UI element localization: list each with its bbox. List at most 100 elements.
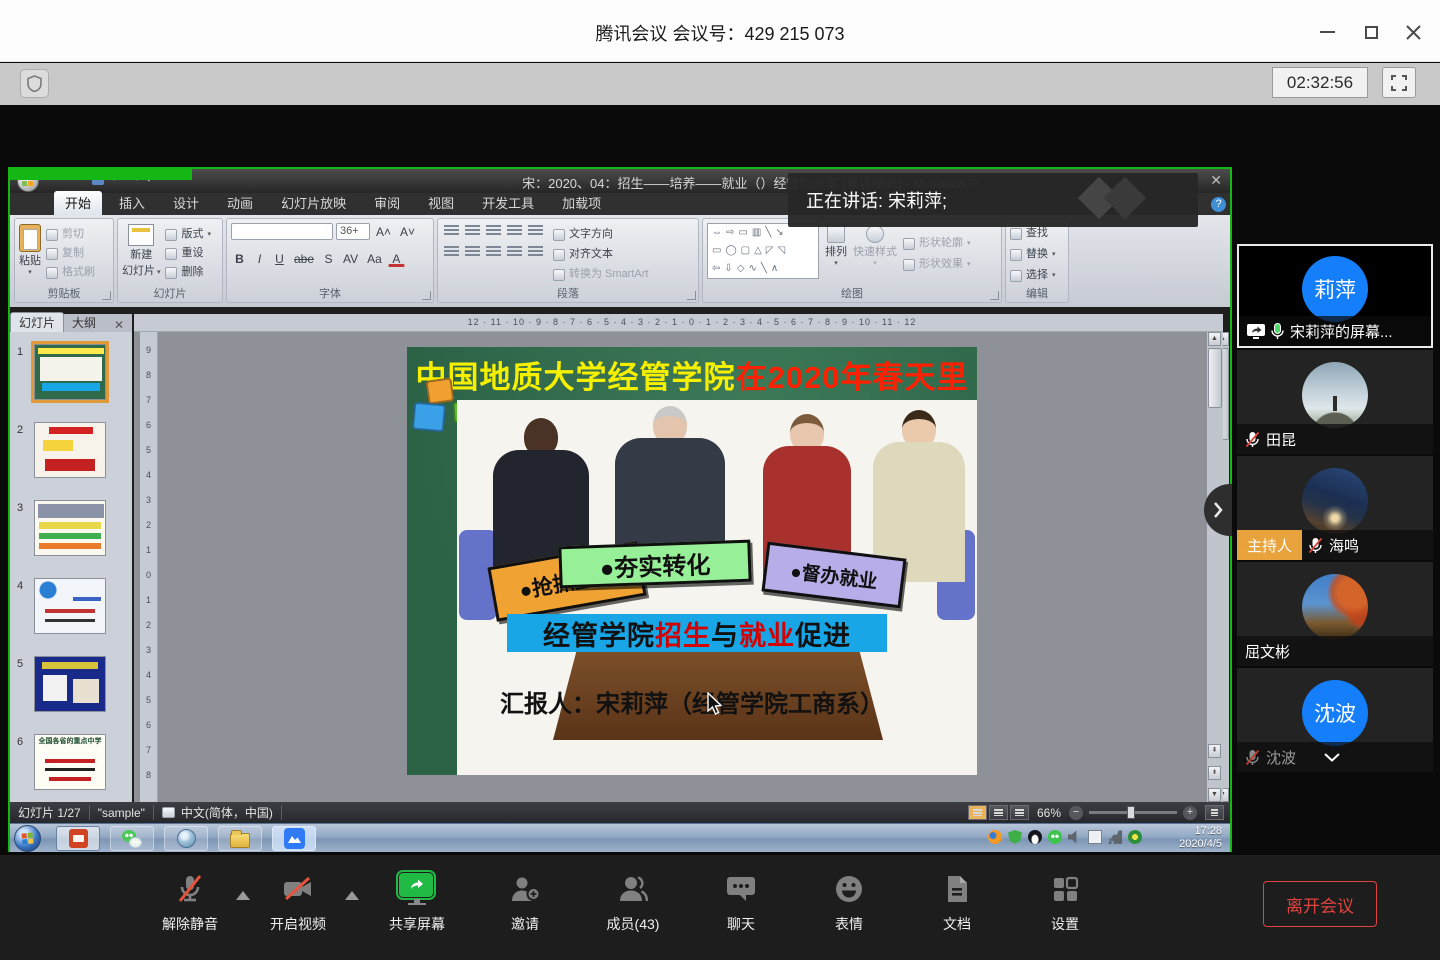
font-size-select[interactable]: 36+ xyxy=(336,223,370,240)
replace-button[interactable]: 替换▾ xyxy=(1010,246,1064,263)
editor-scrollbar[interactable]: ▲ ⇞ ⇟ ▼ xyxy=(1207,332,1223,802)
updater-icon[interactable] xyxy=(1128,830,1142,844)
paste-button[interactable]: 粘贴▾ xyxy=(19,224,41,281)
slide-thumbnail-5[interactable] xyxy=(34,656,106,712)
slide-thumbnail-6[interactable]: 全国各省的重点中学 xyxy=(34,734,106,790)
reset-button[interactable]: 重设 xyxy=(165,245,211,262)
strikethrough-button[interactable]: abe xyxy=(291,250,317,267)
drawing-dialog-launcher[interactable] xyxy=(990,291,999,300)
antivirus-shield-icon[interactable] xyxy=(1008,830,1022,844)
line-spacing-icon[interactable] xyxy=(528,225,543,237)
tab-view[interactable]: 视图 xyxy=(417,191,465,215)
minimize-button[interactable] xyxy=(1310,18,1344,46)
fit-to-window-button[interactable] xyxy=(1205,805,1224,820)
security-key-icon[interactable] xyxy=(988,830,1002,844)
shape-outline-button[interactable]: 形状轮廓▾ xyxy=(903,235,971,252)
scroll-up-icon[interactable]: ▲ xyxy=(1208,332,1221,346)
char-spacing-button[interactable]: AV xyxy=(340,250,361,267)
taskbar-clock[interactable]: 17:28 2020/4/5 xyxy=(1146,825,1222,851)
underline-button[interactable]: U xyxy=(271,250,288,267)
justify-icon[interactable] xyxy=(507,246,522,258)
participant-tile[interactable]: 田昆 xyxy=(1237,350,1433,454)
zoom-out-icon[interactable]: − xyxy=(1069,806,1083,820)
align-right-icon[interactable] xyxy=(486,246,501,258)
unmute-button[interactable]: 解除静音 xyxy=(145,873,235,934)
mic-options-icon[interactable] xyxy=(236,891,250,900)
tab-developer[interactable]: 开发工具 xyxy=(471,191,545,215)
numbering-icon[interactable] xyxy=(465,225,480,237)
docs-button[interactable]: 文档 xyxy=(912,873,1002,934)
zoom-slider[interactable] xyxy=(1089,811,1177,814)
participant-tile[interactable]: 屈文彬 xyxy=(1237,562,1433,666)
font-color-button[interactable]: A xyxy=(388,250,405,267)
fullscreen-button[interactable] xyxy=(1382,67,1416,98)
increase-indent-icon[interactable] xyxy=(507,225,522,237)
slide-thumbnail-1[interactable] xyxy=(34,344,106,400)
bullets-icon[interactable] xyxy=(444,225,459,237)
align-center-icon[interactable] xyxy=(465,246,480,258)
font-dialog-launcher[interactable] xyxy=(422,291,431,300)
italic-button[interactable]: I xyxy=(251,250,268,267)
find-button[interactable]: 查找 xyxy=(1010,225,1064,242)
tab-addins[interactable]: 加载项 xyxy=(551,191,612,215)
pane-close-icon[interactable]: ✕ xyxy=(114,318,124,332)
taskbar-browser[interactable] xyxy=(164,826,208,851)
language-label[interactable]: 中文(简体，中国) xyxy=(181,804,273,821)
slide-editor[interactable]: 中国地质大学经管学院在2020年春天里 xyxy=(407,347,977,775)
participant-tile-host[interactable]: 主持人 海鸣 xyxy=(1237,456,1433,560)
network-signal-icon[interactable] xyxy=(1108,830,1122,844)
cut-button[interactable]: 剪切 xyxy=(46,226,95,243)
slide-thumbnail-2[interactable] xyxy=(34,422,106,478)
start-button[interactable] xyxy=(14,825,41,852)
new-slide-button[interactable]: 新建 幻灯片 ▾ xyxy=(122,224,160,281)
zoom-slider-thumb[interactable] xyxy=(1127,806,1135,819)
tab-home[interactable]: 开始 xyxy=(54,191,102,215)
normal-view-button[interactable] xyxy=(968,805,987,820)
participant-tile[interactable]: 沈波 沈波 xyxy=(1237,668,1433,772)
start-video-button[interactable]: 开启视频 xyxy=(253,873,343,934)
taskbar-powerpoint[interactable] xyxy=(56,826,100,851)
meeting-info-button[interactable] xyxy=(20,69,49,98)
pane-tab-outline[interactable]: 大纲 xyxy=(64,313,104,332)
invite-button[interactable]: 邀请 xyxy=(480,873,570,934)
volume-icon[interactable] xyxy=(1068,830,1082,844)
align-text-button[interactable]: 对齐文本 xyxy=(553,246,648,263)
taskbar-meeting[interactable] xyxy=(272,826,316,851)
chat-button[interactable]: 聊天 xyxy=(696,873,786,934)
emoji-button[interactable]: 表情 xyxy=(804,873,894,934)
qq-icon[interactable] xyxy=(1028,830,1042,844)
change-case-button[interactable]: Aa xyxy=(364,250,385,267)
zoom-in-icon[interactable]: + xyxy=(1183,806,1197,820)
clipboard-tray-icon[interactable] xyxy=(1088,830,1102,844)
paragraph-dialog-launcher[interactable] xyxy=(687,291,696,300)
sorter-view-button[interactable] xyxy=(989,805,1008,820)
delete-slide-button[interactable]: 删除 xyxy=(165,264,211,281)
quick-styles-button[interactable]: 快速样式▾ xyxy=(853,219,897,279)
copy-button[interactable]: 复制 xyxy=(46,245,95,262)
bold-button[interactable]: B xyxy=(231,250,248,267)
scroll-down-icon[interactable]: ▼ xyxy=(1208,788,1221,802)
tab-insert[interactable]: 插入 xyxy=(108,191,156,215)
shrink-font-button[interactable]: A˅ xyxy=(397,223,418,240)
slideshow-view-button[interactable] xyxy=(1010,805,1029,820)
maximize-button[interactable] xyxy=(1354,18,1388,46)
members-button[interactable]: 成员(43) xyxy=(588,873,678,934)
next-slide-icon[interactable]: ⇟ xyxy=(1208,766,1221,780)
pane-tab-slides[interactable]: 幻灯片 xyxy=(10,312,64,332)
text-direction-button[interactable]: 文字方向 xyxy=(553,226,648,243)
settings-button[interactable]: 设置 xyxy=(1020,873,1110,934)
chevron-down-icon[interactable] xyxy=(1324,753,1340,762)
layout-button[interactable]: 版式▾ xyxy=(165,226,211,243)
format-painter-button[interactable]: 格式刷 xyxy=(46,264,95,281)
taskbar-wechat[interactable] xyxy=(110,826,154,851)
ppt-help-icon[interactable]: ? xyxy=(1211,197,1226,212)
scrollbar-thumb[interactable] xyxy=(1208,348,1222,408)
video-options-icon[interactable] xyxy=(345,891,359,900)
close-button[interactable] xyxy=(1396,18,1430,46)
font-name-select[interactable] xyxy=(231,223,333,240)
columns-icon[interactable] xyxy=(528,246,543,258)
taskbar-explorer[interactable] xyxy=(218,826,262,851)
wechat-tray-icon[interactable] xyxy=(1048,830,1062,844)
tab-slideshow[interactable]: 幻灯片放映 xyxy=(270,191,357,215)
select-button[interactable]: 选择▾ xyxy=(1010,267,1064,284)
